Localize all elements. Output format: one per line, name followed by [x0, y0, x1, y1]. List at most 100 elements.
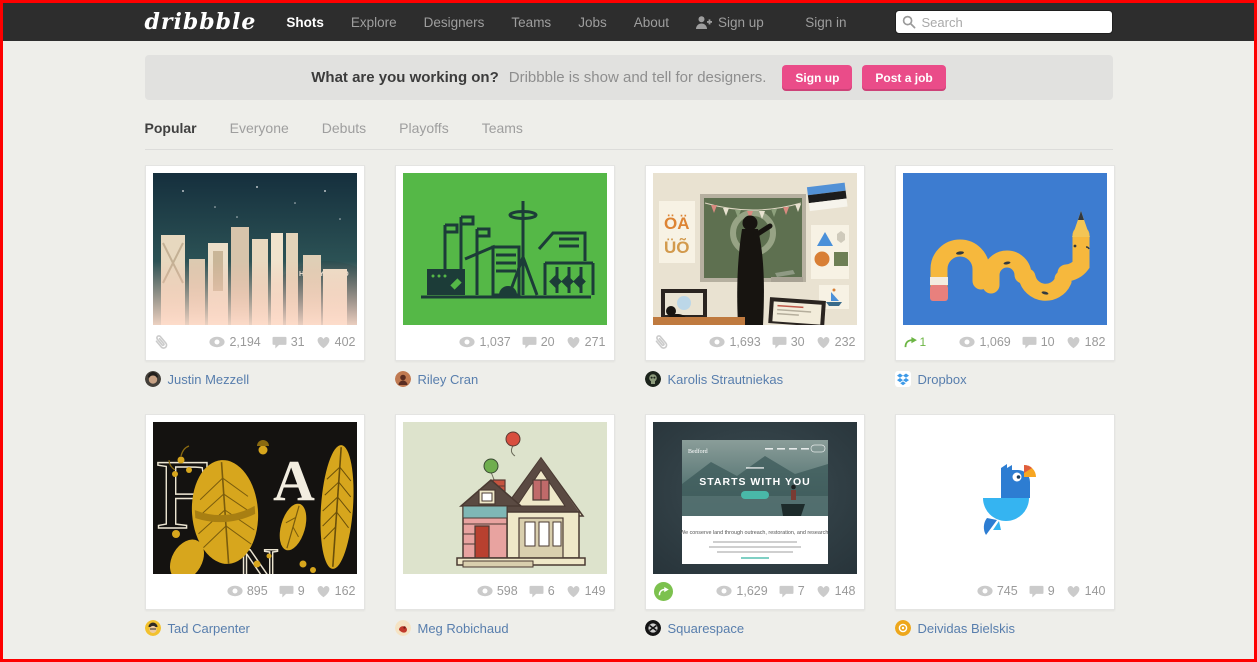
likes-stat[interactable]: 162: [316, 584, 356, 598]
post-a-job-button[interactable]: Post a job: [862, 65, 945, 91]
shot-thumbnail-classroom[interactable]: ÖÄ ÜÕ: [653, 173, 857, 325]
shot-cell: Bedford STARTS WITH YOU We conserve land…: [645, 414, 865, 636]
eye-icon: [959, 336, 975, 348]
nav-item-about[interactable]: About: [634, 15, 669, 30]
likes-stat[interactable]: 148: [816, 584, 856, 598]
shot-thumbnail-fall-leaves[interactable]: F A N: [153, 422, 357, 574]
comments-stat[interactable]: 20: [522, 335, 555, 349]
avatar[interactable]: [395, 371, 411, 387]
views-stat[interactable]: 2,194: [209, 335, 260, 349]
sign-in-link[interactable]: Sign in: [805, 15, 846, 30]
shot-author: Karolis Strautniekas: [645, 371, 865, 387]
avatar[interactable]: [895, 371, 911, 387]
comments-count: 30: [791, 335, 805, 349]
avatar[interactable]: [645, 371, 661, 387]
avatar[interactable]: [145, 620, 161, 636]
tab-debuts[interactable]: Debuts: [322, 120, 366, 136]
comments-count: 10: [1041, 335, 1055, 349]
search-input[interactable]: [895, 10, 1113, 34]
shot-card[interactable]: 745 9 140: [895, 414, 1115, 610]
avatar[interactable]: [645, 620, 661, 636]
attachment-icon[interactable]: [649, 331, 671, 354]
shot-thumbnail-balloon-house[interactable]: [403, 422, 607, 574]
shot-author: Meg Robichaud: [395, 620, 615, 636]
author-link[interactable]: Riley Cran: [418, 372, 479, 387]
shot-stats: 1,693 30 232: [653, 325, 857, 353]
nav-item-shots[interactable]: Shots: [286, 15, 324, 30]
attachment-icon[interactable]: [149, 331, 171, 354]
views-count: 1,069: [979, 335, 1010, 349]
nav-item-designers[interactable]: Designers: [424, 15, 485, 30]
avatar[interactable]: [145, 371, 161, 387]
nav-item-teams[interactable]: Teams: [511, 15, 551, 30]
likes-count: 232: [835, 335, 856, 349]
comments-stat[interactable]: 9: [279, 584, 305, 598]
tab-playoffs[interactable]: Playoffs: [399, 120, 449, 136]
shot-thumbnail-factory[interactable]: [403, 173, 607, 325]
likes-stat[interactable]: 232: [816, 335, 856, 349]
shot-filter-tabs: Popular Everyone Debuts Playoffs Teams: [145, 120, 1113, 150]
poster-letters-2: ÜÕ: [664, 237, 690, 257]
likes-stat[interactable]: 182: [1066, 335, 1106, 349]
comments-stat[interactable]: 30: [772, 335, 805, 349]
likes-stat[interactable]: 271: [566, 335, 606, 349]
shot-thumbnail-la-skyline[interactable]: HOLLYWOOD: [153, 173, 357, 325]
likes-stat[interactable]: 140: [1066, 584, 1106, 598]
tab-teams[interactable]: Teams: [482, 120, 523, 136]
author-link[interactable]: Karolis Strautniekas: [668, 372, 784, 387]
shot-card[interactable]: 598 6 149: [395, 414, 615, 610]
views-stat[interactable]: 745: [977, 584, 1018, 598]
shot-card[interactable]: ÖÄ ÜÕ: [645, 165, 865, 361]
comments-stat[interactable]: 7: [779, 584, 805, 598]
shot-card[interactable]: 1 1,069 10 182: [895, 165, 1115, 361]
comments-count: 7: [798, 584, 805, 598]
shot-card[interactable]: F A N: [145, 414, 365, 610]
comments-stat[interactable]: 10: [1022, 335, 1055, 349]
comments-stat[interactable]: 31: [272, 335, 305, 349]
author-link[interactable]: Dropbox: [918, 372, 967, 387]
banner-signup-button[interactable]: Sign up: [782, 65, 852, 91]
likes-count: 149: [585, 584, 606, 598]
likes-stat[interactable]: 402: [316, 335, 356, 349]
heart-icon: [566, 336, 581, 349]
poster-letters-1: ÖÄ: [664, 214, 690, 233]
dribbble-logo[interactable]: dribbble: [145, 9, 257, 35]
nav-item-jobs[interactable]: Jobs: [578, 15, 607, 30]
shot-thumbnail-pencil-worm[interactable]: [903, 173, 1107, 325]
comments-stat[interactable]: 6: [529, 584, 555, 598]
views-stat[interactable]: 598: [477, 584, 518, 598]
avatar[interactable]: [395, 620, 411, 636]
author-link[interactable]: Meg Robichaud: [418, 621, 509, 636]
heart-icon: [1066, 585, 1081, 598]
comment-icon: [1029, 585, 1044, 598]
views-stat[interactable]: 1,037: [459, 335, 510, 349]
shot-thumbnail-website[interactable]: Bedford STARTS WITH YOU We conserve land…: [653, 422, 857, 574]
views-stat[interactable]: 895: [227, 584, 268, 598]
author-link[interactable]: Tad Carpenter: [168, 621, 250, 636]
nav-signup-link[interactable]: Sign up: [696, 15, 764, 30]
views-stat[interactable]: 1,069: [959, 335, 1010, 349]
tab-popular[interactable]: Popular: [145, 120, 197, 136]
eye-icon: [209, 336, 225, 348]
rebound-icon: [904, 337, 917, 348]
eye-icon: [477, 585, 493, 597]
author-link[interactable]: Deividas Bielskis: [918, 621, 1016, 636]
avatar[interactable]: [895, 620, 911, 636]
top-navbar: dribbble Shots Explore Designers Teams J…: [3, 3, 1254, 41]
shot-card[interactable]: HOLLYWOOD: [145, 165, 365, 361]
tab-everyone[interactable]: Everyone: [230, 120, 289, 136]
views-stat[interactable]: 1,693: [709, 335, 760, 349]
views-stat[interactable]: 1,629: [716, 584, 767, 598]
author-link[interactable]: Justin Mezzell: [168, 372, 250, 387]
author-link[interactable]: Squarespace: [668, 621, 745, 636]
shot-card[interactable]: 1,037 20 271: [395, 165, 615, 361]
rebound-count[interactable]: 1: [904, 335, 927, 349]
rebound-badge-icon[interactable]: [654, 582, 673, 601]
shot-stats: 598 6 149: [403, 574, 607, 602]
views-count: 2,194: [229, 335, 260, 349]
comments-stat[interactable]: 9: [1029, 584, 1055, 598]
likes-stat[interactable]: 149: [566, 584, 606, 598]
shot-card[interactable]: Bedford STARTS WITH YOU We conserve land…: [645, 414, 865, 610]
shot-thumbnail-bird-logo[interactable]: [903, 422, 1107, 574]
nav-item-explore[interactable]: Explore: [351, 15, 397, 30]
